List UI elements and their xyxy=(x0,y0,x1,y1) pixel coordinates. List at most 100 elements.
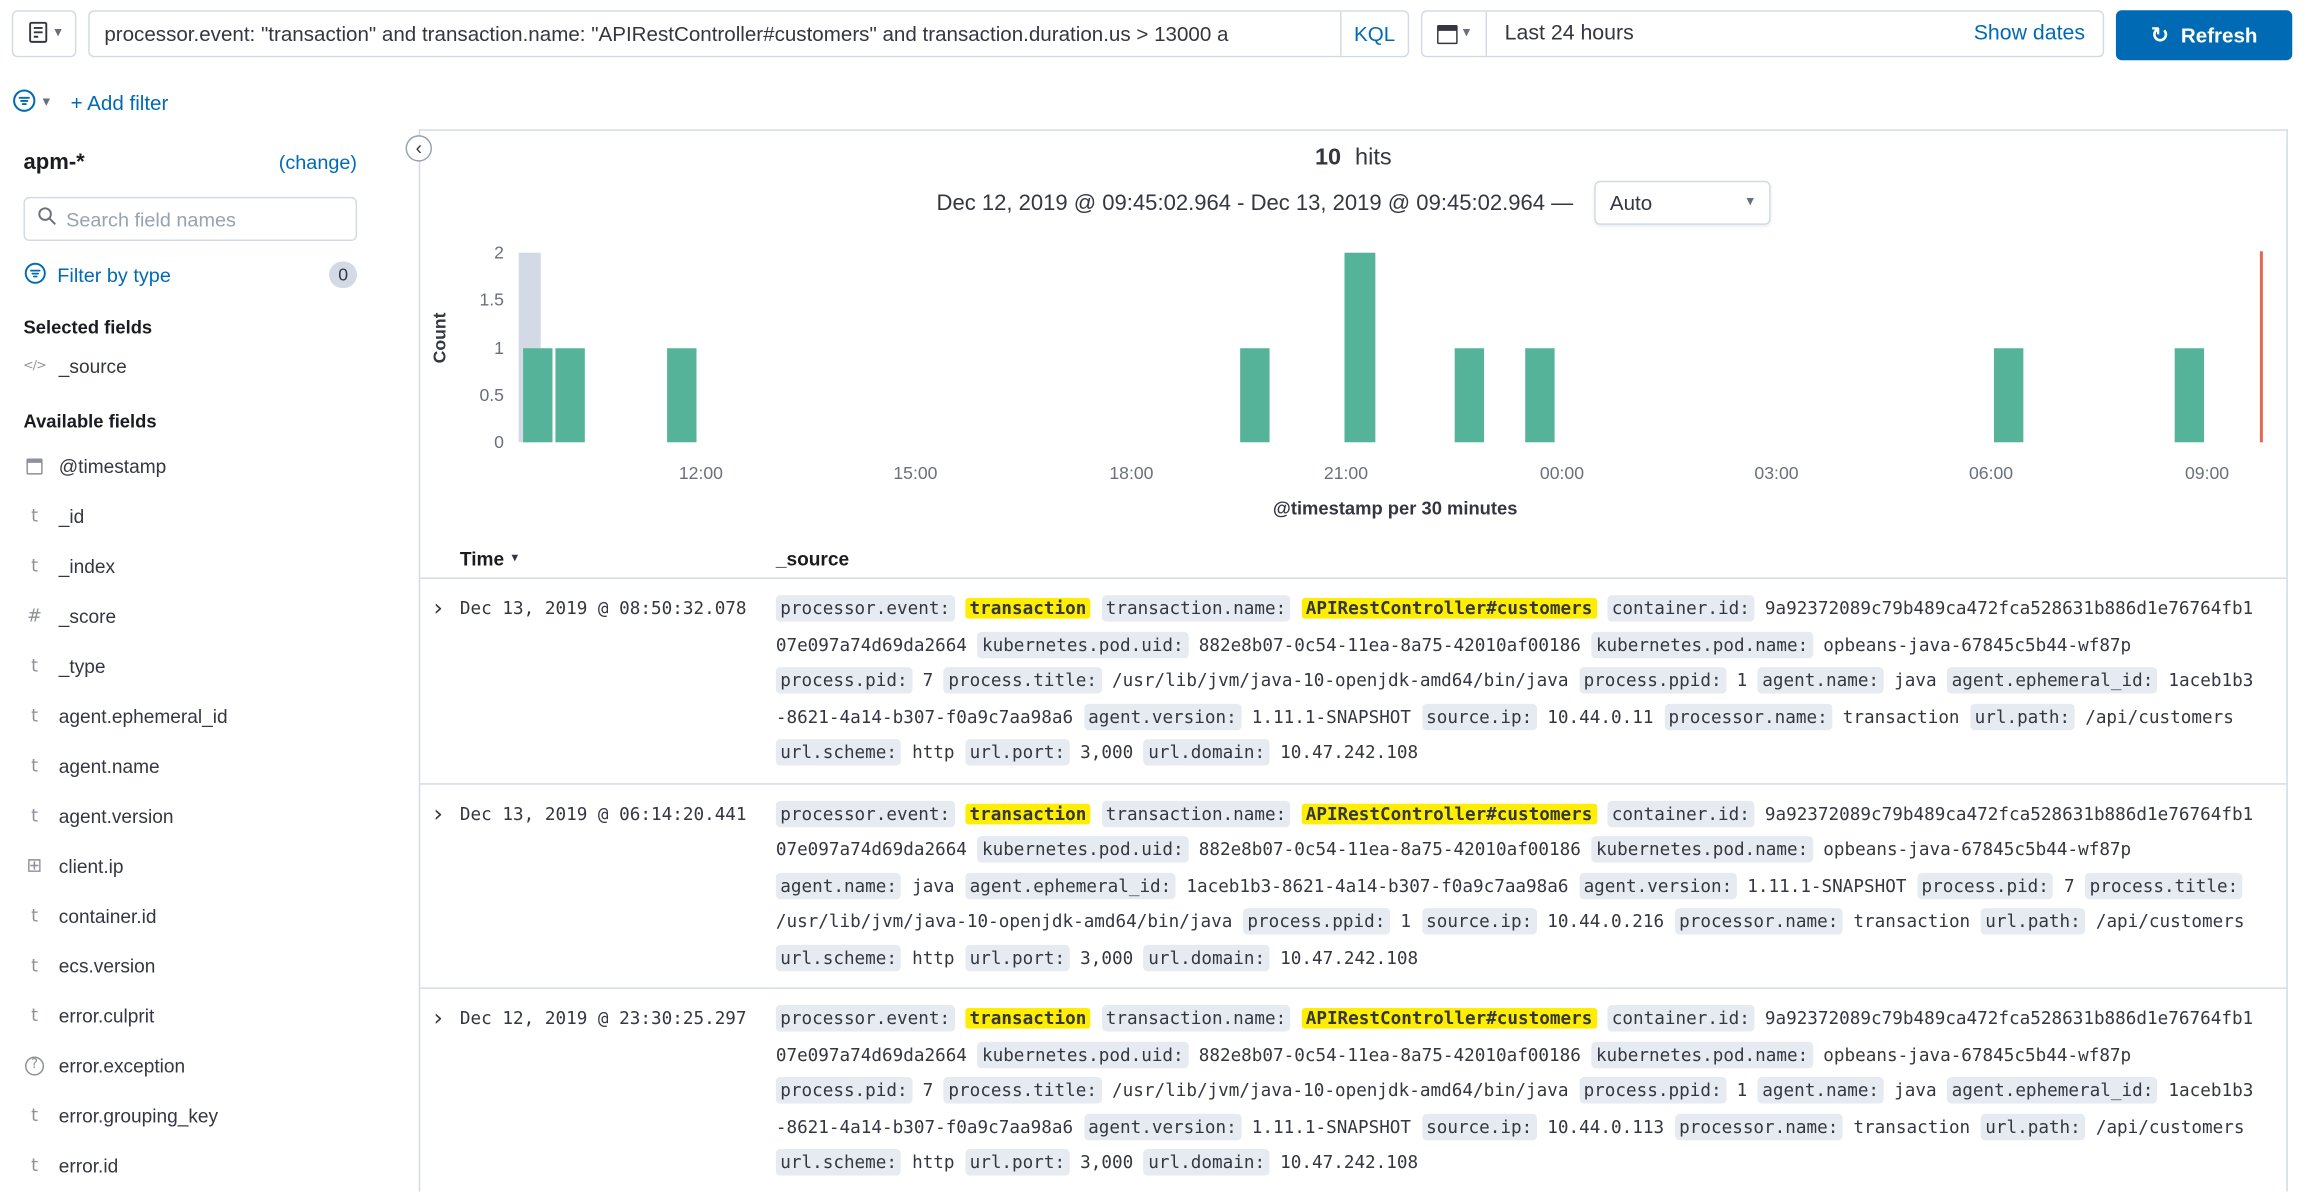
source-field-source.ip: source.ip: 10.44.0.113 xyxy=(1422,1116,1664,1137)
histogram-bar[interactable] xyxy=(523,348,552,443)
field-value: 7 xyxy=(2064,875,2075,896)
histogram-bar[interactable] xyxy=(555,348,584,443)
string-type-icon: t xyxy=(24,905,46,926)
histogram-bar[interactable] xyxy=(1994,348,2023,443)
expand-row-button[interactable]: › xyxy=(431,1001,460,1037)
field-name: agent.name: xyxy=(1758,667,1884,693)
field-name: agent.version: xyxy=(1084,1113,1241,1139)
time-range-label[interactable]: Last 24 hours xyxy=(1487,22,1974,46)
field-item-_score[interactable]: #_score xyxy=(24,591,358,641)
histogram-bar[interactable] xyxy=(667,348,696,443)
string-type-icon: t xyxy=(24,705,46,726)
histogram-bar[interactable] xyxy=(1525,348,1554,443)
histogram-plot[interactable]: 21.510.50 xyxy=(519,242,2272,442)
y-axis-tick-label: 1.5 xyxy=(438,288,504,312)
query-language-button[interactable]: KQL xyxy=(1340,12,1408,56)
field-name: url.scheme: xyxy=(776,739,902,765)
field-item-label: _id xyxy=(59,505,85,527)
field-item-_id[interactable]: t _id xyxy=(24,491,358,541)
refresh-button[interactable]: ↻ Refresh xyxy=(2116,10,2292,60)
show-dates-link[interactable]: Show dates xyxy=(1974,22,2103,46)
filter-by-type-button[interactable]: Filter by type xyxy=(24,261,171,289)
source-field-source.ip: source.ip: 10.44.0.11 xyxy=(1422,706,1654,727)
field-name: agent.version: xyxy=(1579,872,1736,898)
field-item-label: error.culprit xyxy=(59,1004,155,1026)
y-axis-tick-label: 0.5 xyxy=(438,383,504,407)
field-name: process.title: xyxy=(944,667,1101,693)
field-item-agent.version[interactable]: tagent.version xyxy=(24,791,358,841)
field-item-label: agent.version xyxy=(59,804,174,826)
chevron-down-icon: ▾ xyxy=(1463,26,1470,41)
field-item-error.exception[interactable]: ?error.exception xyxy=(24,1040,358,1090)
field-name: transaction.name: xyxy=(1101,800,1290,826)
source-field-kubernetes.pod.name: kubernetes.pod.name: opbeans-java-67845c… xyxy=(1592,839,2132,860)
source-field-agent.name: agent.name: java xyxy=(1758,1080,1937,1101)
time-column-header[interactable]: Time ▾ xyxy=(460,547,776,569)
field-name: process.pid: xyxy=(1917,872,2053,898)
field-name: container.id: xyxy=(1607,1005,1754,1031)
field-item-error.culprit[interactable]: terror.culprit xyxy=(24,990,358,1040)
histogram-bar[interactable] xyxy=(2175,348,2204,443)
row-time-cell: Dec 13, 2019 @ 08:50:32.078 xyxy=(460,591,776,771)
field-name: url.port: xyxy=(965,739,1069,765)
collapse-sidebar-button[interactable]: ‹ xyxy=(406,135,432,161)
field-value: 10.44.0.216 xyxy=(1547,911,1664,932)
field-value: 882e8b07-0c54-11ea-8a75-42010af00186 xyxy=(1199,634,1581,655)
string-type-icon: t xyxy=(24,505,46,526)
date-type-icon xyxy=(24,458,46,474)
source-field-transaction.name: transaction.name: APIRestController#cust… xyxy=(1101,803,1596,824)
saved-query-menu-button[interactable]: ▾ xyxy=(12,10,77,57)
filter-set-menu-button[interactable]: ▾ xyxy=(12,87,50,116)
add-filter-link[interactable]: + Add filter xyxy=(71,90,169,114)
field-item-ecs.version[interactable]: tecs.version xyxy=(24,940,358,990)
date-picker-calendar-button[interactable]: ▾ xyxy=(1422,12,1487,56)
field-value: /api/customers xyxy=(2096,911,2245,932)
query-input[interactable] xyxy=(90,12,1340,56)
field-item-@timestamp[interactable]: @timestamp xyxy=(24,441,358,491)
field-value: 3,000 xyxy=(1080,1152,1133,1173)
histogram-bar[interactable] xyxy=(1455,348,1484,443)
x-axis-label: @timestamp per 30 minutes xyxy=(519,498,2272,519)
histogram-bar[interactable] xyxy=(1344,253,1375,443)
source-field-url.path: url.path: /api/customers xyxy=(1981,1116,2245,1137)
source-field-processor.name: processor.name: transaction xyxy=(1664,706,1959,727)
interval-select[interactable]: Auto ▾ xyxy=(1594,181,1770,225)
field-name: url.domain: xyxy=(1144,1149,1270,1175)
histogram-bar[interactable] xyxy=(1240,348,1269,443)
field-item-_type[interactable]: t_type xyxy=(24,641,358,691)
field-search-input[interactable] xyxy=(66,208,344,230)
field-item-agent.ephemeral_id[interactable]: t agent.ephemeral_id xyxy=(24,691,358,741)
string-type-icon: t xyxy=(24,1155,46,1176)
filter-count-badge: 0 xyxy=(329,262,357,288)
x-axis-tick-label: 09:00 xyxy=(2185,463,2229,484)
expand-row-button[interactable]: › xyxy=(431,591,460,627)
field-value: opbeans-java-67845c5b44-wf87p xyxy=(1823,1044,2131,1065)
field-item-container.id[interactable]: tcontainer.id xyxy=(24,890,358,940)
field-item-source[interactable]: </> _source xyxy=(24,347,358,385)
source-field-url.port: url.port: 3,000 xyxy=(965,742,1133,763)
field-item-error.id[interactable]: terror.id xyxy=(24,1140,358,1190)
source-field-url.scheme: url.scheme: http xyxy=(776,1152,955,1173)
field-name: url.port: xyxy=(965,1149,1069,1175)
field-name: process.title: xyxy=(2085,872,2242,898)
expand-row-button[interactable]: › xyxy=(431,796,460,832)
field-name: kubernetes.pod.uid: xyxy=(978,836,1189,862)
field-value: 1 xyxy=(1400,911,1411,932)
field-name: processor.event: xyxy=(776,1005,955,1031)
change-index-pattern-link[interactable]: (change) xyxy=(279,151,357,173)
field-item-_index[interactable]: t_index xyxy=(24,541,358,591)
source-field-transaction.name: transaction.name: APIRestController#cust… xyxy=(1101,598,1596,619)
field-item-client.ip[interactable]: ⊞client.ip xyxy=(24,840,358,890)
x-axis-tick-label: 18:00 xyxy=(1109,463,1153,484)
source-field-url.path: url.path: /api/customers xyxy=(1970,706,2234,727)
field-name: source.ip: xyxy=(1422,1113,1537,1139)
field-item-error.grouping_key[interactable]: terror.grouping_key xyxy=(24,1090,358,1140)
table-row: ›Dec 13, 2019 @ 06:14:20.441processor.ev… xyxy=(420,784,2286,989)
source-field-processor.event: processor.event: transaction xyxy=(776,598,1091,619)
field-name: container.id: xyxy=(1607,800,1754,826)
field-item-label: agent.ephemeral_id xyxy=(59,705,228,727)
field-name: url.scheme: xyxy=(776,944,902,970)
chevron-left-icon: ‹ xyxy=(416,137,422,159)
field-item-agent.name[interactable]: tagent.name xyxy=(24,741,358,791)
source-field-agent.name: agent.name: java xyxy=(1758,670,1937,691)
